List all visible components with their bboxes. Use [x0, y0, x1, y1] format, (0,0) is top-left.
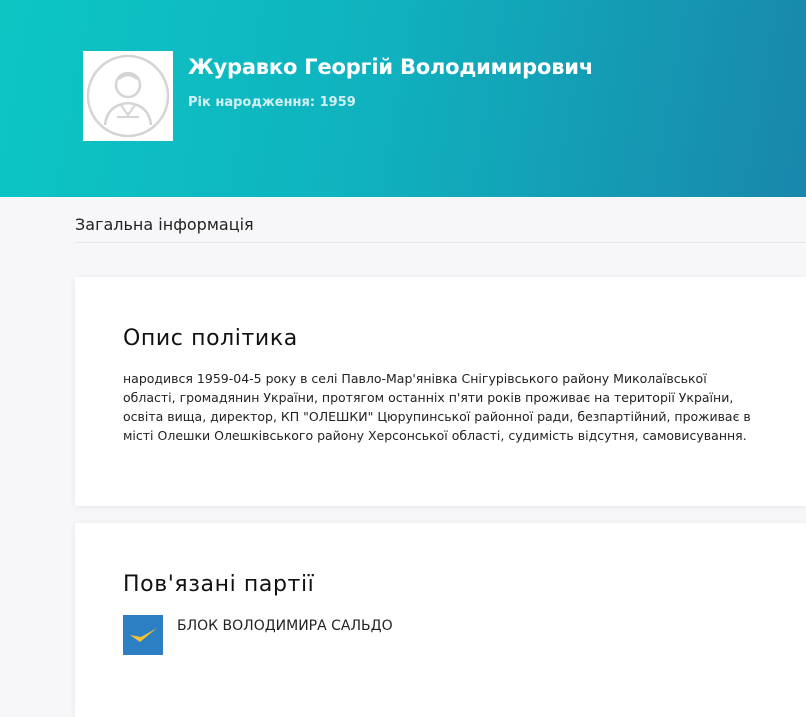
party-logo-checkmark-icon	[123, 615, 163, 655]
related-parties-heading: Пов'язані партії	[123, 572, 315, 597]
party-item[interactable]: БЛОК ВОЛОДИМИРА САЛЬДО	[123, 615, 393, 655]
section-title-general-info: Загальна інформація	[75, 215, 254, 234]
avatar	[83, 51, 173, 141]
user-avatar-placeholder-icon	[86, 54, 170, 138]
politician-description-heading: Опис політика	[123, 326, 298, 351]
related-parties-card: Пов'язані партії БЛОК ВОЛОДИМИРА САЛЬДО	[75, 523, 806, 717]
party-name-link[interactable]: БЛОК ВОЛОДИМИРА САЛЬДО	[177, 616, 393, 636]
party-logo[interactable]	[123, 615, 163, 655]
politician-description-card: Опис політика народився 1959-04-5 року в…	[75, 277, 806, 506]
profile-header: Журавко Георгій Володимирович Рік народж…	[0, 0, 806, 197]
birth-year: Рік народження: 1959	[188, 95, 356, 110]
section-divider	[75, 242, 806, 243]
politician-description-text: народився 1959-04-5 року в селі Павло-Ма…	[123, 371, 751, 443]
profile-name: Журавко Георгій Володимирович	[188, 55, 594, 79]
